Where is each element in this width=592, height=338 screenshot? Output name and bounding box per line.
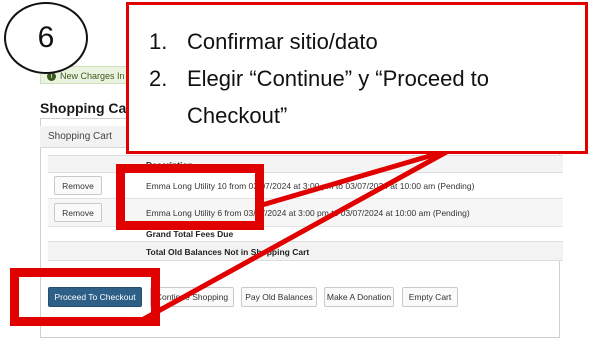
- instruction-text: Elegir “Continue” y “Proceed to: [187, 66, 490, 91]
- highlight-box-checkout: [10, 268, 160, 326]
- instruction-text: Confirmar sitio/dato: [187, 29, 378, 54]
- arrow-line-1: [261, 147, 451, 208]
- instruction-item: Checkout”: [187, 97, 585, 134]
- instruction-callout: 1. Confirmar sitio/dato 2. Elegir “Continu…: [126, 2, 588, 154]
- instruction-item: 2. Elegir “Continue” y “Proceed to: [149, 60, 585, 97]
- instruction-text: Checkout”: [187, 103, 288, 128]
- instruction-item: 1. Confirmar sitio/dato: [149, 23, 585, 60]
- highlight-box-items: [116, 164, 264, 230]
- step-number-badge: 6: [4, 2, 88, 74]
- instruction-list: 1. Confirmar sitio/dato 2. Elegir “Continu…: [129, 5, 585, 134]
- instruction-number: 1.: [149, 29, 168, 54]
- instruction-number: 2.: [149, 66, 168, 91]
